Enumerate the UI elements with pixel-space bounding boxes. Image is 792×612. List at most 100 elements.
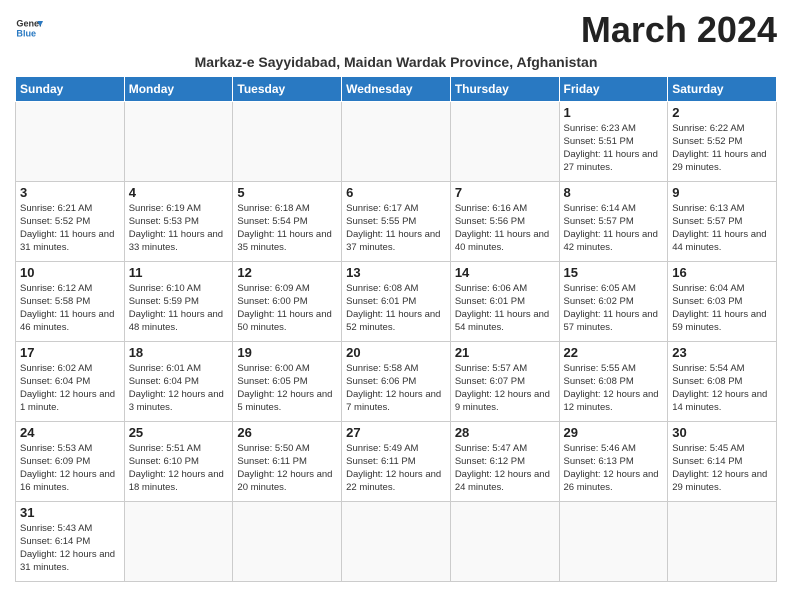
calendar-cell: 22Sunrise: 5:55 AM Sunset: 6:08 PM Dayli… [559,341,668,421]
day-number: 26 [237,425,337,440]
day-number: 24 [20,425,120,440]
weekday-header-friday: Friday [559,76,668,101]
weekday-header-monday: Monday [124,76,233,101]
day-info: Sunrise: 5:46 AM Sunset: 6:13 PM Dayligh… [564,442,664,495]
calendar-cell: 18Sunrise: 6:01 AM Sunset: 6:04 PM Dayli… [124,341,233,421]
weekday-header-sunday: Sunday [16,76,125,101]
calendar-week-2: 3 Sunrise: 6:21 AM Sunset: 5:52 PM Daylig… [16,181,777,261]
day-number: 31 [20,505,120,520]
calendar-cell: 20 Sunrise: 5:58 AM Sunset: 6:06 PM Dayli… [342,341,451,421]
day-number: 3 [20,185,120,200]
calendar-cell [342,101,451,181]
day-number: 15 [564,265,664,280]
day-number: 23 [672,345,772,360]
calendar-cell: 8Sunrise: 6:14 AM Sunset: 5:57 PM Daylig… [559,181,668,261]
day-number: 11 [129,265,229,280]
calendar-cell: 27Sunrise: 5:49 AM Sunset: 6:11 PM Dayli… [342,421,451,501]
day-number: 22 [564,345,664,360]
day-info: Sunrise: 6:23 AM Sunset: 5:51 PM Dayligh… [564,122,664,175]
day-info: Sunrise: 5:47 AM Sunset: 6:12 PM Dayligh… [455,442,555,495]
weekday-header-row: SundayMondayTuesdayWednesdayThursdayFrid… [16,76,777,101]
day-number: 1 [564,105,664,120]
svg-text:Blue: Blue [16,28,36,38]
title-area: March 2024 [581,10,777,50]
day-number: 21 [455,345,555,360]
calendar-cell [233,101,342,181]
calendar-cell: 1 Sunrise: 6:23 AM Sunset: 5:51 PM Daylig… [559,101,668,181]
day-info: Sunrise: 6:12 AM Sunset: 5:58 PM Dayligh… [20,282,120,335]
weekday-header-saturday: Saturday [668,76,777,101]
calendar-cell: 29 Sunrise: 5:46 AM Sunset: 6:13 PM Dayli… [559,421,668,501]
day-info: Sunrise: 6:16 AM Sunset: 5:56 PM Dayligh… [455,202,555,255]
day-info: Sunrise: 6:10 AM Sunset: 5:59 PM Dayligh… [129,282,229,335]
day-number: 10 [20,265,120,280]
day-info: Sunrise: 6:21 AM Sunset: 5:52 PM Dayligh… [20,202,120,255]
day-info: Sunrise: 5:51 AM Sunset: 6:10 PM Dayligh… [129,442,229,495]
calendar-cell: 15 Sunrise: 6:05 AM Sunset: 6:02 PM Dayli… [559,261,668,341]
calendar-cell: 24 Sunrise: 5:53 AM Sunset: 6:09 PM Dayli… [16,421,125,501]
day-number: 2 [672,105,772,120]
day-number: 8 [564,185,664,200]
calendar-cell: 19 Sunrise: 6:00 AM Sunset: 6:05 PM Dayli… [233,341,342,421]
day-number: 28 [455,425,555,440]
logo-icon: General Blue [15,14,43,42]
day-info: Sunrise: 6:04 AM Sunset: 6:03 PM Dayligh… [672,282,772,335]
month-title: March 2024 [581,10,777,50]
day-info: Sunrise: 6:08 AM Sunset: 6:01 PM Dayligh… [346,282,446,335]
calendar-cell: 12 Sunrise: 6:09 AM Sunset: 6:00 PM Dayli… [233,261,342,341]
day-number: 20 [346,345,446,360]
day-info: Sunrise: 6:06 AM Sunset: 6:01 PM Dayligh… [455,282,555,335]
header: General Blue March 2024 [15,10,777,50]
day-number: 16 [672,265,772,280]
day-info: Sunrise: 6:19 AM Sunset: 5:53 PM Dayligh… [129,202,229,255]
calendar-cell: 23 Sunrise: 5:54 AM Sunset: 6:08 PM Dayli… [668,341,777,421]
calendar-cell [342,501,451,581]
day-info: Sunrise: 5:58 AM Sunset: 6:06 PM Dayligh… [346,362,446,415]
calendar-cell: 31Sunrise: 5:43 AM Sunset: 6:14 PM Dayli… [16,501,125,581]
logo: General Blue [15,14,43,42]
calendar-cell: 9 Sunrise: 6:13 AM Sunset: 5:57 PM Daylig… [668,181,777,261]
day-number: 13 [346,265,446,280]
calendar-cell: 13 Sunrise: 6:08 AM Sunset: 6:01 PM Dayli… [342,261,451,341]
weekday-header-thursday: Thursday [450,76,559,101]
day-info: Sunrise: 6:05 AM Sunset: 6:02 PM Dayligh… [564,282,664,335]
day-number: 9 [672,185,772,200]
subtitle: Markaz-e Sayyidabad, Maidan Wardak Provi… [15,54,777,70]
calendar-cell: 10 Sunrise: 6:12 AM Sunset: 5:58 PM Dayli… [16,261,125,341]
day-info: Sunrise: 6:00 AM Sunset: 6:05 PM Dayligh… [237,362,337,415]
calendar-cell: 16 Sunrise: 6:04 AM Sunset: 6:03 PM Dayli… [668,261,777,341]
day-info: Sunrise: 5:54 AM Sunset: 6:08 PM Dayligh… [672,362,772,415]
calendar-cell: 11 Sunrise: 6:10 AM Sunset: 5:59 PM Dayli… [124,261,233,341]
day-info: Sunrise: 6:09 AM Sunset: 6:00 PM Dayligh… [237,282,337,335]
calendar-cell [124,501,233,581]
calendar-cell: 7 Sunrise: 6:16 AM Sunset: 5:56 PM Daylig… [450,181,559,261]
calendar-cell: 25 Sunrise: 5:51 AM Sunset: 6:10 PM Dayli… [124,421,233,501]
day-number: 12 [237,265,337,280]
calendar-cell: 4 Sunrise: 6:19 AM Sunset: 5:53 PM Daylig… [124,181,233,261]
day-info: Sunrise: 5:53 AM Sunset: 6:09 PM Dayligh… [20,442,120,495]
calendar-cell: 14 Sunrise: 6:06 AM Sunset: 6:01 PM Dayli… [450,261,559,341]
calendar-cell: 26Sunrise: 5:50 AM Sunset: 6:11 PM Dayli… [233,421,342,501]
calendar-week-4: 17Sunrise: 6:02 AM Sunset: 6:04 PM Dayli… [16,341,777,421]
day-number: 4 [129,185,229,200]
calendar-cell [668,501,777,581]
calendar-table: SundayMondayTuesdayWednesdayThursdayFrid… [15,76,777,582]
day-number: 19 [237,345,337,360]
day-number: 27 [346,425,446,440]
day-info: Sunrise: 6:13 AM Sunset: 5:57 PM Dayligh… [672,202,772,255]
weekday-header-wednesday: Wednesday [342,76,451,101]
calendar-cell: 5Sunrise: 6:18 AM Sunset: 5:54 PM Daylig… [233,181,342,261]
day-info: Sunrise: 6:17 AM Sunset: 5:55 PM Dayligh… [346,202,446,255]
calendar-week-3: 10 Sunrise: 6:12 AM Sunset: 5:58 PM Dayli… [16,261,777,341]
calendar-week-6: 31Sunrise: 5:43 AM Sunset: 6:14 PM Dayli… [16,501,777,581]
day-number: 29 [564,425,664,440]
calendar-cell: 6Sunrise: 6:17 AM Sunset: 5:55 PM Daylig… [342,181,451,261]
day-number: 7 [455,185,555,200]
day-info: Sunrise: 6:22 AM Sunset: 5:52 PM Dayligh… [672,122,772,175]
day-number: 25 [129,425,229,440]
calendar-cell: 17Sunrise: 6:02 AM Sunset: 6:04 PM Dayli… [16,341,125,421]
day-info: Sunrise: 6:01 AM Sunset: 6:04 PM Dayligh… [129,362,229,415]
day-number: 14 [455,265,555,280]
weekday-header-tuesday: Tuesday [233,76,342,101]
calendar-cell [559,501,668,581]
